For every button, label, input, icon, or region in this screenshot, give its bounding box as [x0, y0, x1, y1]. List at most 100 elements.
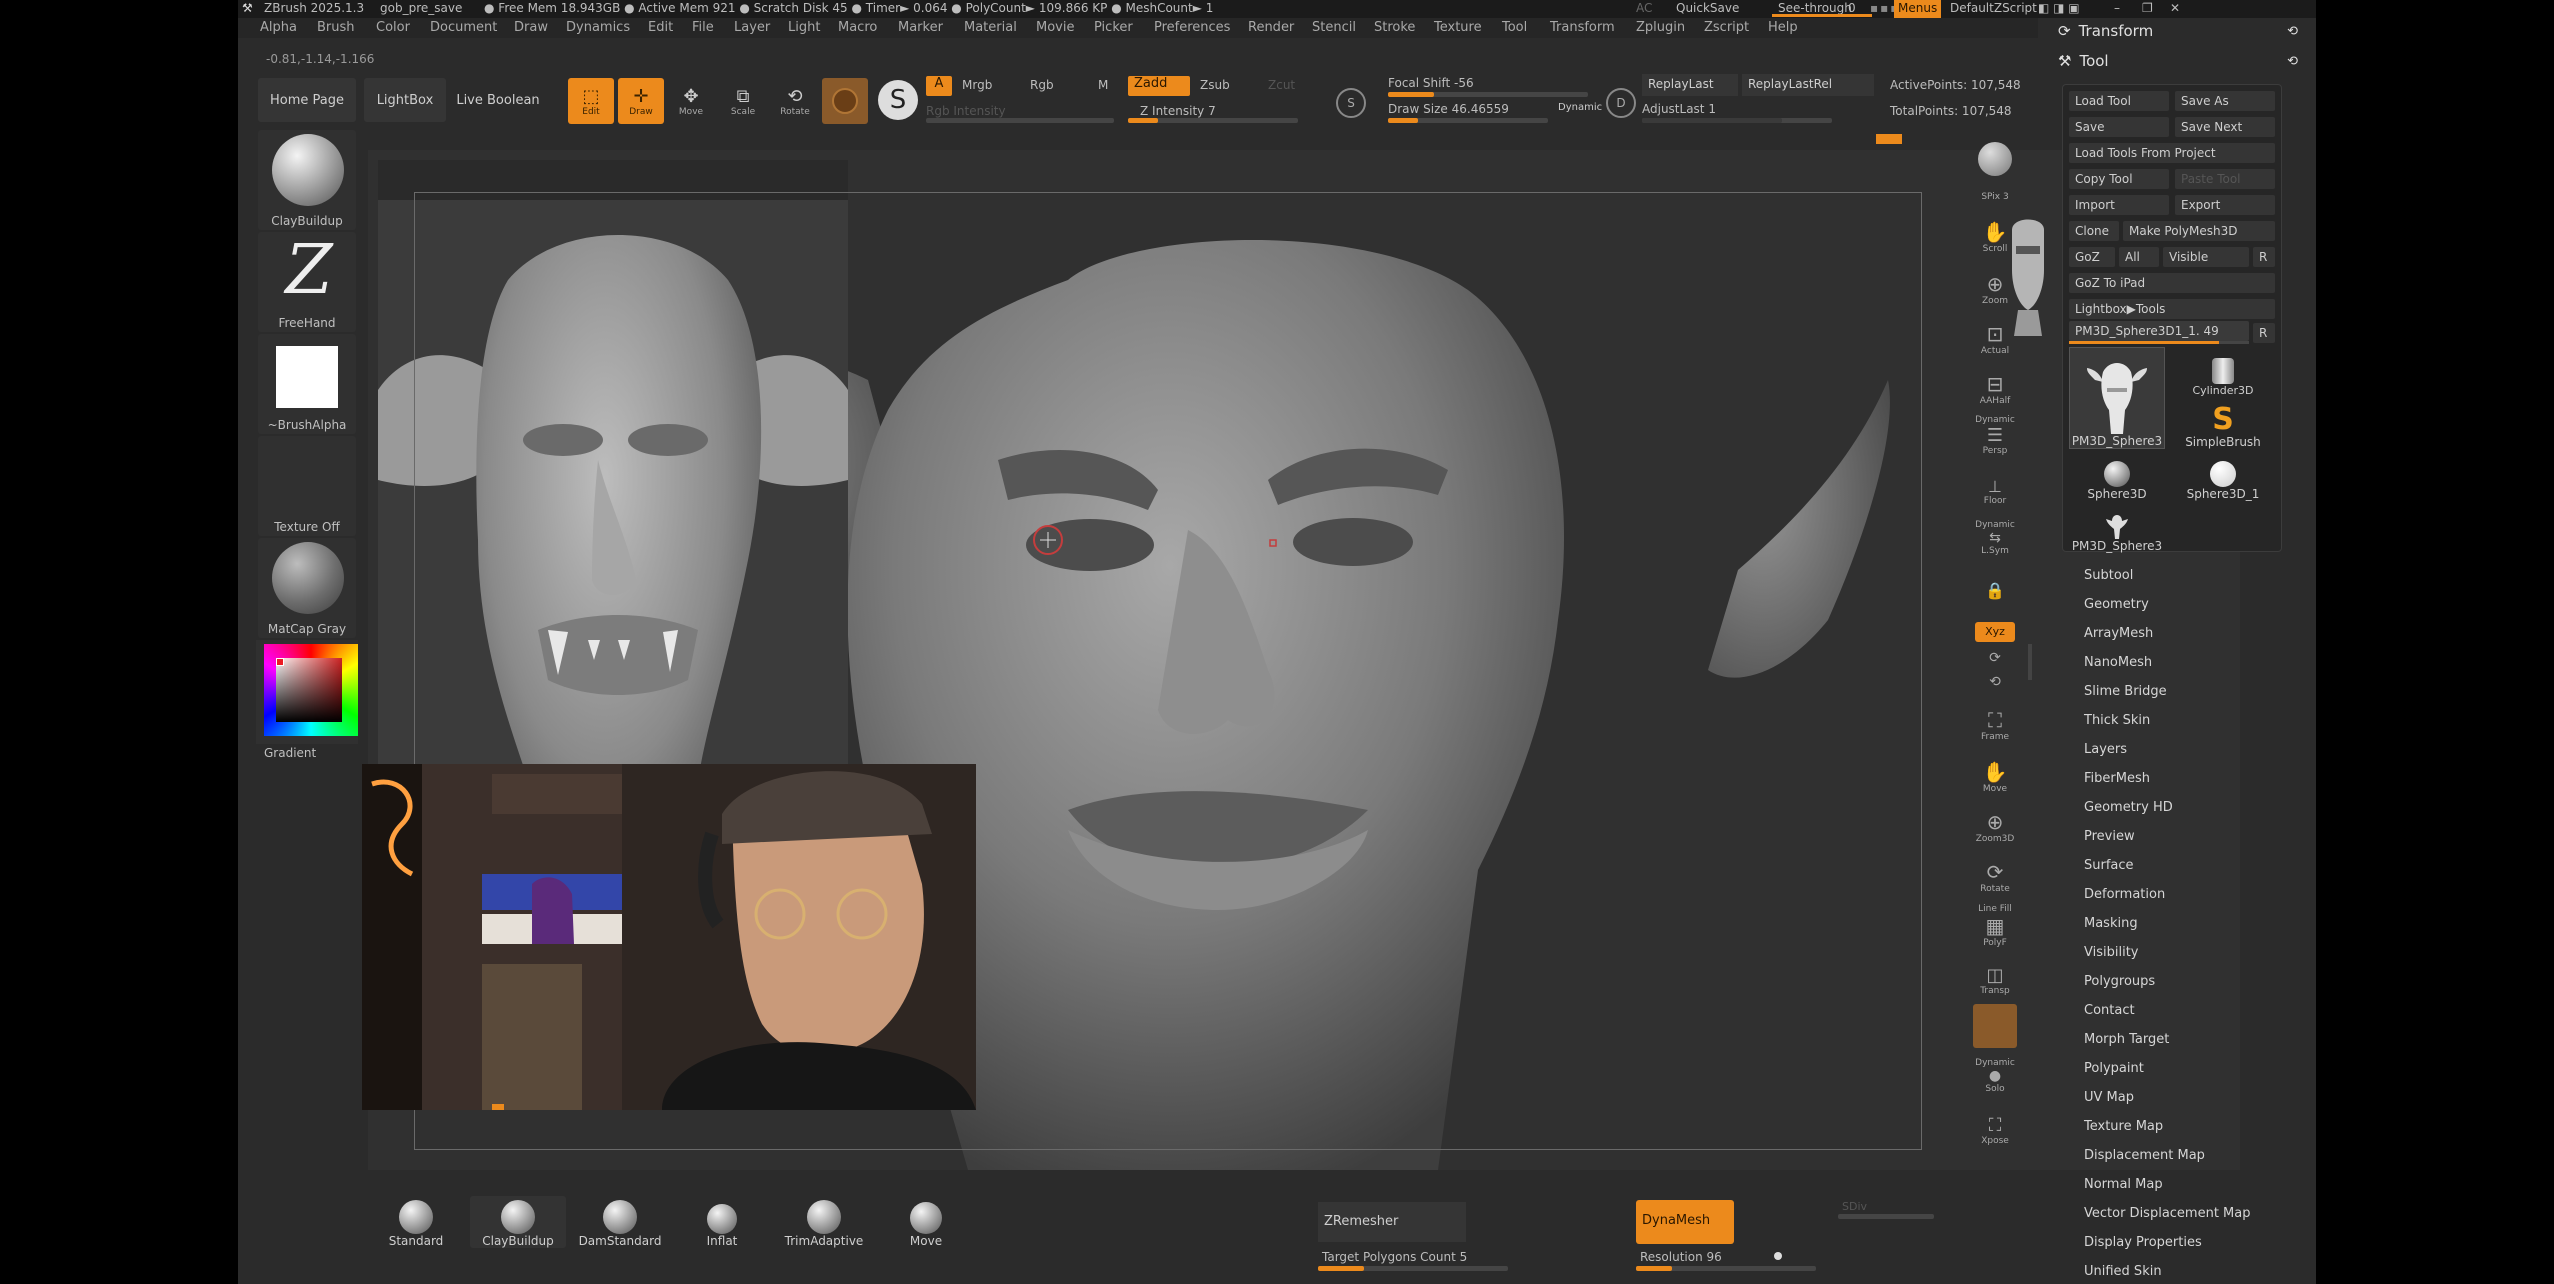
section-nanomesh[interactable]: NanoMesh — [2084, 655, 2152, 670]
zoom-button[interactable]: ⊕ Zoom — [1972, 262, 2018, 306]
save-as-button[interactable]: Save As — [2175, 91, 2275, 111]
mrgb-toggle[interactable]: Mrgb — [962, 78, 992, 92]
rotate-button[interactable]: ⟲ Rotate — [772, 78, 818, 124]
zadd-toggle[interactable]: Zadd — [1128, 76, 1190, 96]
goz-visible-button[interactable]: Visible — [2163, 247, 2249, 267]
solo-button[interactable]: Dynamic ● Solo — [1972, 1050, 2018, 1094]
goz-to-ipad-button[interactable]: GoZ To iPad — [2069, 273, 2275, 293]
menu-light[interactable]: Light — [788, 20, 820, 35]
clone-button[interactable]: Clone — [2069, 221, 2119, 241]
section-thick-skin[interactable]: Thick Skin — [2084, 713, 2150, 728]
texture-slot[interactable]: Texture Off — [258, 436, 356, 536]
section-display-properties[interactable]: Display Properties — [2084, 1235, 2202, 1250]
adjust-last-slider[interactable] — [1642, 118, 1832, 123]
make-polymesh3d-button[interactable]: Make PolyMesh3D — [2123, 221, 2275, 241]
section-texture-map[interactable]: Texture Map — [2084, 1119, 2163, 1134]
alpha-slot[interactable]: ~BrushAlpha — [258, 334, 356, 434]
a-toggle[interactable]: A — [926, 76, 952, 96]
goz-button[interactable]: GoZ — [2069, 247, 2115, 267]
section-masking[interactable]: Masking — [2084, 916, 2138, 931]
zremesher-button[interactable]: ZRemesher — [1318, 1202, 1466, 1242]
section-fibermesh[interactable]: FiberMesh — [2084, 771, 2150, 786]
rgb-intensity-slider[interactable] — [926, 118, 1114, 123]
menu-document[interactable]: Document — [430, 20, 497, 35]
menu-file[interactable]: File — [692, 20, 714, 35]
menu-zplugin[interactable]: Zplugin — [1636, 20, 1685, 35]
brush-damstandard[interactable]: DamStandard — [572, 1196, 668, 1248]
tool-collapse-icon[interactable]: ⟲ — [2287, 54, 2298, 69]
actual-button[interactable]: ⊡ Actual — [1972, 312, 2018, 356]
scroll-button[interactable]: ✋ Scroll — [1972, 210, 2018, 254]
menu-render[interactable]: Render — [1248, 20, 1294, 35]
xpose-button[interactable]: ⛶ Xpose — [1972, 1102, 2018, 1146]
lsym-button[interactable]: Dynamic ⇆ L.Sym — [1972, 512, 2018, 556]
tool-palette-header[interactable]: ⚒ Tool ⟲ — [2048, 52, 2316, 78]
goz-r-button[interactable]: R — [2253, 247, 2275, 267]
menus-toggle[interactable]: Menus — [1894, 0, 1942, 18]
save-next-button[interactable]: Save Next — [2175, 117, 2275, 137]
aahalf-button[interactable]: ⊟ AAHalf — [1972, 362, 2018, 406]
tool-thumb-cylinder3d[interactable]: Cylinder3D — [2175, 347, 2271, 397]
spix-control[interactable]: SPix 3 — [1972, 176, 2018, 202]
stroke-slot[interactable]: Z FreeHand — [258, 232, 356, 332]
section-vector-displacement-map[interactable]: Vector Displacement Map — [2084, 1206, 2251, 1221]
strip-scrollbar[interactable] — [2028, 644, 2032, 680]
goz-all-button[interactable]: All — [2119, 247, 2159, 267]
transform-palette-header[interactable]: ⟳ Transform ⟲ — [2048, 22, 2316, 48]
menu-dynamics[interactable]: Dynamics — [566, 20, 630, 35]
replay-last-button[interactable]: ReplayLast — [1642, 74, 1738, 96]
menu-layer[interactable]: Layer — [734, 20, 770, 35]
dynamesh-button[interactable]: DynaMesh — [1636, 1200, 1734, 1244]
draw-button[interactable]: ✛ Draw — [618, 78, 664, 124]
section-geometry[interactable]: Geometry — [2084, 597, 2149, 612]
brush-move[interactable]: Move — [878, 1196, 974, 1248]
import-button[interactable]: Import — [2069, 195, 2169, 215]
export-button[interactable]: Export — [2175, 195, 2275, 215]
menu-draw[interactable]: Draw — [514, 20, 548, 35]
paste-tool-button[interactable]: Paste Tool — [2175, 169, 2275, 189]
see-through-slider[interactable] — [1772, 14, 1872, 17]
floor-button[interactable]: ⊥ Floor — [1972, 462, 2018, 506]
default-zscript[interactable]: DefaultZScript — [1950, 1, 2037, 15]
menu-brush[interactable]: Brush — [317, 20, 355, 35]
section-slime-bridge[interactable]: Slime Bridge — [2084, 684, 2167, 699]
section-subtool[interactable]: Subtool — [2084, 568, 2133, 583]
m-toggle[interactable]: M — [1098, 78, 1108, 92]
load-tools-from-project-button[interactable]: Load Tools From Project — [2069, 143, 2275, 163]
replay-last-rel-button[interactable]: ReplayLastRel — [1742, 74, 1874, 96]
z-intensity-slider[interactable] — [1128, 118, 1298, 123]
menu-transform[interactable]: Transform — [1550, 20, 1615, 35]
edit-button[interactable]: ⬚ Edit — [568, 78, 614, 124]
section-surface[interactable]: Surface — [2084, 858, 2134, 873]
zsub-toggle[interactable]: Zsub — [1200, 78, 1230, 92]
brush-slot[interactable]: ClayBuildup — [258, 130, 356, 230]
lightbox-tools-button[interactable]: Lightbox▶Tools — [2069, 299, 2275, 319]
menu-macro[interactable]: Macro — [838, 20, 877, 35]
menu-texture[interactable]: Texture — [1434, 20, 1482, 35]
menu-edit[interactable]: Edit — [648, 20, 673, 35]
current-tool-slider[interactable]: PM3D_Sphere3D1_1. 49 — [2069, 321, 2249, 341]
restore-icon[interactable]: ❐ — [2142, 1, 2153, 15]
see-through-value[interactable]: 0 — [1848, 1, 1856, 15]
transform-collapse-icon[interactable]: ⟲ — [2287, 24, 2298, 39]
tool-thumb-pm3d-sphere3-active[interactable]: PM3D_Sphere3 — [2069, 347, 2165, 449]
section-contact[interactable]: Contact — [2084, 1003, 2135, 1018]
rotate-y-button[interactable]: ⟳ — [1972, 642, 2018, 666]
color-square[interactable] — [276, 658, 342, 722]
lightbox-button[interactable]: LightBox — [364, 78, 446, 122]
load-tool-button[interactable]: Load Tool — [2069, 91, 2169, 111]
rotate-z-button[interactable]: ⟲ — [1972, 666, 2018, 690]
rotate-view-button[interactable]: ⟳ Rotate — [1972, 850, 2018, 894]
live-boolean-button[interactable]: Live Boolean — [454, 78, 542, 122]
section-visibility[interactable]: Visibility — [2084, 945, 2138, 960]
home-page-button[interactable]: Home Page — [258, 78, 356, 122]
tool-thumb-simplebrush[interactable]: S SimpleBrush — [2175, 399, 2271, 450]
menu-movie[interactable]: Movie — [1036, 20, 1074, 35]
section-preview[interactable]: Preview — [2084, 829, 2135, 844]
menu-help[interactable]: Help — [1768, 20, 1798, 35]
copy-tool-button[interactable]: Copy Tool — [2069, 169, 2169, 189]
section-morph-target[interactable]: Morph Target — [2084, 1032, 2169, 1047]
color-picker[interactable] — [256, 640, 358, 744]
tool-thumb-pm3d-sphere3-2[interactable]: PM3D_Sphere3 — [2069, 503, 2165, 553]
section-polypaint[interactable]: Polypaint — [2084, 1061, 2144, 1076]
